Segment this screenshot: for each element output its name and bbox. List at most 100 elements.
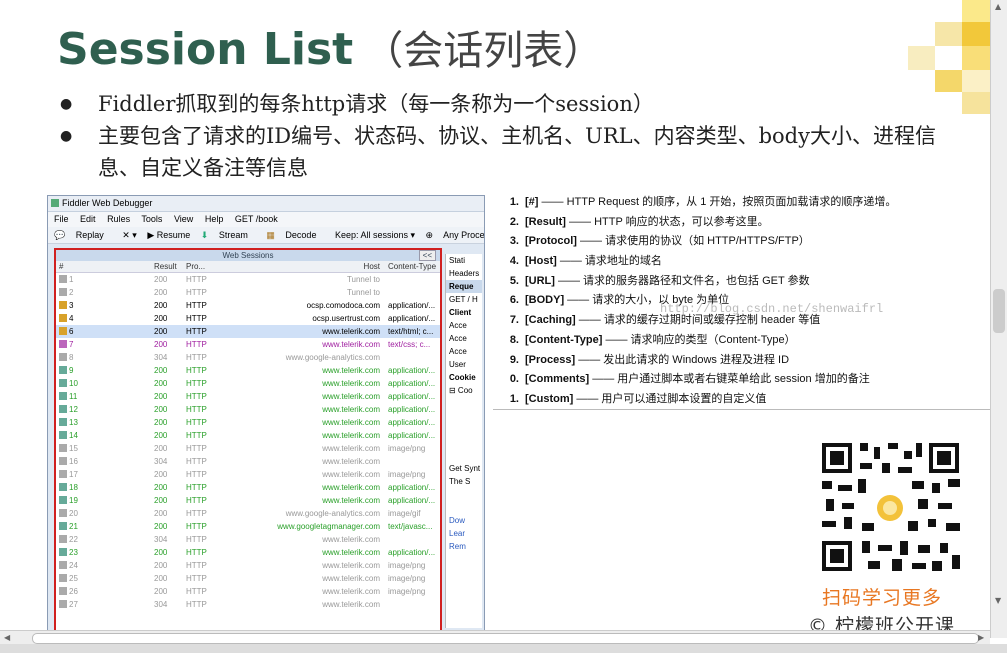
- field-item: 2. [Result] —— HTTP 响应的状态，可以参考这里。: [493, 213, 990, 233]
- table-row[interactable]: 7 200 HTTP www.telerik.com text/css; c...: [56, 338, 440, 351]
- protocol-cell: HTTP: [186, 275, 207, 284]
- result-cell: 200: [154, 587, 168, 596]
- field-key: [Host]: [525, 255, 557, 268]
- inspector-item[interactable]: [446, 501, 482, 514]
- result-cell: 200: [154, 405, 168, 414]
- table-row[interactable]: 12 200 HTTP www.telerik.com application/...: [56, 403, 440, 416]
- table-row[interactable]: 20 200 HTTP www.google-analytics.com image/g…: [56, 507, 440, 520]
- host-cell: www.telerik.com: [322, 431, 380, 440]
- vertical-scrollbar[interactable]: ▲ ▼: [990, 0, 1007, 638]
- session-number: 24: [69, 561, 78, 570]
- stream-icon: ⬇: [200, 230, 209, 240]
- table-row[interactable]: 6 200 HTTP www.telerik.com text/html; c...: [56, 325, 440, 338]
- table-row[interactable]: 18 200 HTTP www.telerik.com application/...: [56, 481, 440, 494]
- inspector-item[interactable]: Dow: [446, 514, 482, 527]
- inspector-item[interactable]: [446, 423, 482, 436]
- host-cell: www.telerik.com: [322, 561, 380, 570]
- table-row[interactable]: 19 200 HTTP www.telerik.com application/...: [56, 494, 440, 507]
- inspector-item[interactable]: Reque: [446, 280, 482, 293]
- content-type-cell: application/...: [388, 418, 436, 427]
- vertical-scroll-thumb[interactable]: [993, 289, 1005, 333]
- inspector-item[interactable]: [446, 397, 482, 410]
- inspector-item[interactable]: [446, 410, 482, 423]
- scroll-down-icon[interactable]: ▼: [995, 596, 1001, 605]
- session-type-icon: [59, 418, 67, 426]
- inspector-item[interactable]: Client: [446, 306, 482, 319]
- table-row[interactable]: 26 200 HTTP www.telerik.com image/png: [56, 585, 440, 598]
- inspector-item[interactable]: Headers: [446, 267, 482, 280]
- table-row[interactable]: 9 200 HTTP www.telerik.com application/...: [56, 364, 440, 377]
- table-row[interactable]: 1 200 HTTP Tunnel to: [56, 273, 440, 286]
- session-number-cell: 13: [59, 416, 99, 429]
- field-desc: —— 请求的服务器路径和文件名，也包括 GET 参数: [554, 274, 810, 287]
- table-row[interactable]: 3 200 HTTP ocsp.comodoca.com application/...: [56, 299, 440, 312]
- table-row[interactable]: 23 200 HTTP www.telerik.com application/...: [56, 546, 440, 559]
- protocol-cell: HTTP: [186, 379, 207, 388]
- horizontal-scroll-thumb[interactable]: [32, 633, 979, 644]
- resume-button[interactable]: ▶ Resume: [147, 230, 190, 240]
- table-row[interactable]: 16 304 HTTP www.telerik.com: [56, 455, 440, 468]
- table-row[interactable]: 4 200 HTTP ocsp.usertrust.com application/..…: [56, 312, 440, 325]
- inspector-item[interactable]: GET / H: [446, 293, 482, 306]
- column-host[interactable]: Host: [210, 261, 380, 272]
- collapse-button[interactable]: <<: [418, 250, 436, 261]
- menu-view[interactable]: View: [174, 214, 193, 224]
- inspector-item[interactable]: User: [446, 358, 482, 371]
- menu-get-book[interactable]: GET /book: [235, 214, 278, 224]
- table-row[interactable]: 8 304 HTTP www.google-analytics.com: [56, 351, 440, 364]
- replay-button[interactable]: 💬 Replay: [54, 230, 112, 240]
- menu-file[interactable]: File: [54, 214, 69, 224]
- inspector-item[interactable]: Cookie: [446, 371, 482, 384]
- session-number: 10: [69, 379, 78, 388]
- table-row[interactable]: 2 200 HTTP Tunnel to: [56, 286, 440, 299]
- table-row[interactable]: 17 200 HTTP www.telerik.com image/png: [56, 468, 440, 481]
- inspector-item[interactable]: [446, 436, 482, 449]
- inspector-item[interactable]: Stati: [446, 254, 482, 267]
- remove-button[interactable]: ✕ ▾: [122, 230, 137, 240]
- inspector-item[interactable]: The S: [446, 475, 482, 488]
- content-type-cell: application/...: [388, 431, 436, 440]
- inspector-item[interactable]: Acce: [446, 332, 482, 345]
- inspector-item[interactable]: ⊟ Coo: [446, 384, 482, 397]
- field-number: 2.: [509, 215, 519, 228]
- result-cell: 200: [154, 470, 168, 479]
- inspector-item[interactable]: [446, 449, 482, 462]
- column-result[interactable]: Result: [154, 261, 177, 272]
- table-row[interactable]: 21 200 HTTP www.googletagmanager.com text/ja…: [56, 520, 440, 533]
- menu-edit[interactable]: Edit: [80, 214, 96, 224]
- inspector-item[interactable]: Acce: [446, 345, 482, 358]
- scroll-right-icon[interactable]: ▶: [978, 633, 984, 642]
- session-number-cell: 4: [59, 312, 99, 325]
- content-type-cell: application/...: [388, 405, 436, 414]
- scroll-up-icon[interactable]: ▲: [995, 2, 1001, 11]
- field-number: 7.: [509, 314, 519, 327]
- table-row[interactable]: 10 200 HTTP www.telerik.com application/...: [56, 377, 440, 390]
- content-type-cell: text/html; c...: [388, 327, 434, 336]
- any-process-button[interactable]: ⊕ Any Process: [426, 230, 484, 240]
- column-protocol[interactable]: Pro...: [186, 261, 205, 272]
- inspector-item[interactable]: Acce: [446, 319, 482, 332]
- menu-tools[interactable]: Tools: [141, 214, 162, 224]
- table-row[interactable]: 25 200 HTTP www.telerik.com image/png: [56, 572, 440, 585]
- table-row[interactable]: 15 200 HTTP www.telerik.com image/png: [56, 442, 440, 455]
- menu-rules[interactable]: Rules: [107, 214, 130, 224]
- table-row[interactable]: 13 200 HTTP www.telerik.com application/...: [56, 416, 440, 429]
- table-row[interactable]: 14 200 HTTP www.telerik.com application/...: [56, 429, 440, 442]
- column-number[interactable]: #: [59, 261, 99, 272]
- scroll-left-icon[interactable]: ◀: [4, 633, 10, 642]
- inspector-item[interactable]: Get Synt: [446, 462, 482, 475]
- inspector-item[interactable]: [446, 488, 482, 501]
- protocol-cell: HTTP: [186, 353, 207, 362]
- horizontal-scrollbar[interactable]: ◀ ▶: [0, 630, 990, 645]
- inspector-item[interactable]: Rem: [446, 540, 482, 553]
- table-row[interactable]: 11 200 HTTP www.telerik.com application/...: [56, 390, 440, 403]
- menu-help[interactable]: Help: [205, 214, 224, 224]
- table-row[interactable]: 27 304 HTTP www.telerik.com: [56, 598, 440, 611]
- keep-sessions-dropdown[interactable]: Keep: All sessions ▾: [335, 230, 415, 240]
- table-row[interactable]: 22 304 HTTP www.telerik.com: [56, 533, 440, 546]
- inspector-item[interactable]: Lear: [446, 527, 482, 540]
- decode-button[interactable]: ▦ Decode: [266, 230, 324, 240]
- stream-button[interactable]: ⬇ Stream: [201, 230, 256, 240]
- column-content-type[interactable]: Content-Type: [388, 261, 440, 272]
- table-row[interactable]: 24 200 HTTP www.telerik.com image/png: [56, 559, 440, 572]
